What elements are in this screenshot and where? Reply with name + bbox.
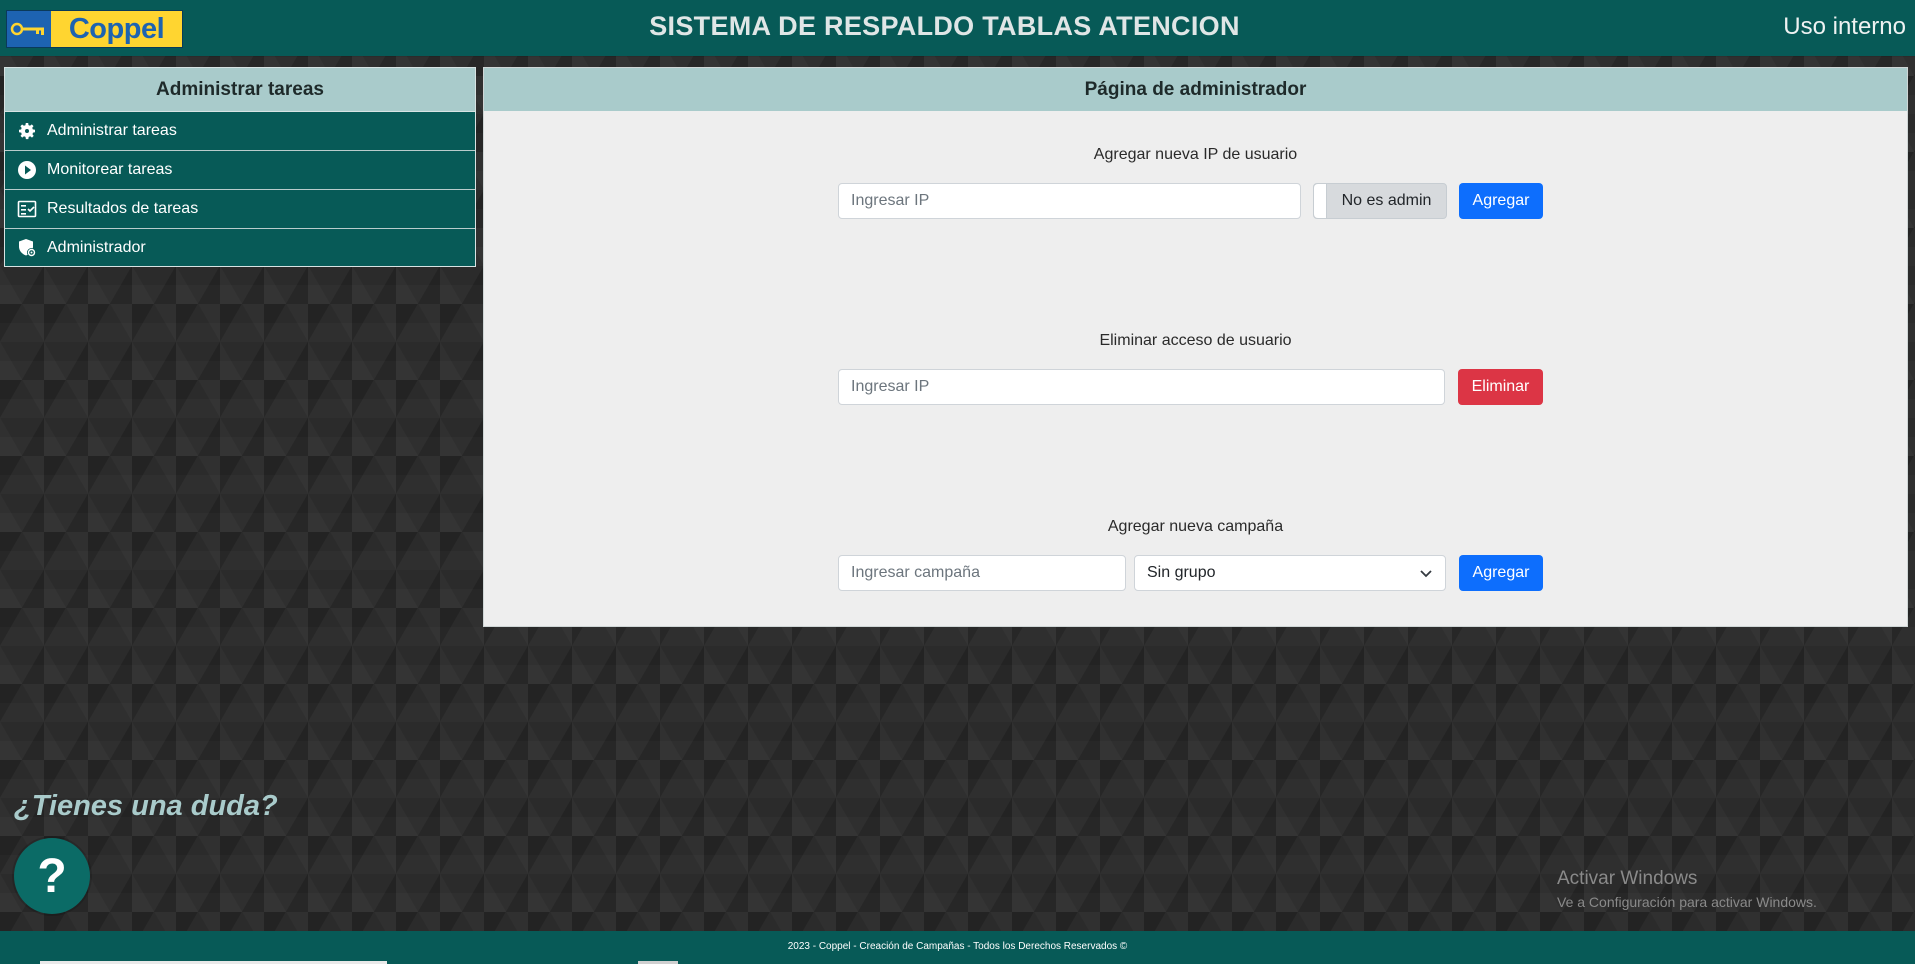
group-select[interactable]: Sin grupo	[1134, 555, 1446, 591]
watermark-title: Activar Windows	[1557, 868, 1698, 889]
sidebar-item-label: Resultados de tareas	[47, 200, 199, 217]
windows-activation-watermark: Activar Windows Ve a Configuración para …	[1557, 868, 1817, 910]
add-ip-button[interactable]: Agregar	[1459, 183, 1543, 219]
sidebar-item-label: Administrador	[47, 239, 146, 256]
add-ip-label: Agregar nueva IP de usuario	[1093, 146, 1298, 163]
usage-label: Uso interno	[1783, 13, 1906, 40]
add-campaign-button[interactable]: Agregar	[1459, 555, 1543, 591]
add-campaign-label: Agregar nueva campaña	[1107, 518, 1284, 535]
campaign-input[interactable]	[838, 555, 1126, 591]
sidebar-item-administrar-tareas[interactable]: Administrar tareas	[5, 112, 475, 151]
checklist-icon	[17, 199, 37, 219]
group-select-value: Sin grupo	[1147, 564, 1216, 581]
toggle-label: No es admin	[1341, 192, 1432, 209]
panel-title: Página de administrador	[484, 68, 1907, 111]
top-header: Coppel SISTEMA DE RESPALDO TABLAS ATENCI…	[0, 0, 1915, 56]
footer: 2023 - Coppel - Creación de Campañas - T…	[0, 931, 1915, 964]
admin-toggle[interactable]: No es admin	[1313, 183, 1447, 219]
sidebar-item-label: Monitorear tareas	[47, 161, 173, 178]
add-ip-input[interactable]	[838, 183, 1301, 219]
chevron-down-icon	[1420, 570, 1432, 578]
shield-admin-icon	[17, 238, 37, 258]
remove-access-label: Eliminar acceso de usuario	[1099, 332, 1292, 349]
sidebar: Administrar tareas Administrar tareas Mo…	[4, 67, 476, 267]
admin-panel: Página de administrador Agregar nueva IP…	[483, 67, 1908, 627]
sidebar-item-monitorear-tareas[interactable]: Monitorear tareas	[5, 151, 475, 190]
watermark-subtitle: Ve a Configuración para activar Windows.	[1557, 894, 1817, 910]
remove-access-button[interactable]: Eliminar	[1458, 369, 1543, 405]
sidebar-item-label: Administrar tareas	[47, 122, 177, 139]
sidebar-item-administrador[interactable]: Administrador	[5, 229, 475, 267]
help-question: ¿Tienes una duda?	[14, 790, 278, 822]
gear-icon	[17, 121, 37, 141]
remove-ip-input[interactable]	[838, 369, 1445, 405]
help-button[interactable]: ?	[14, 838, 90, 914]
toggle-knob	[1314, 184, 1327, 218]
page-title: SISTEMA DE RESPALDO TABLAS ATENCION	[649, 11, 1240, 41]
sidebar-item-resultados-de-tareas[interactable]: Resultados de tareas	[5, 190, 475, 229]
sidebar-title: Administrar tareas	[5, 68, 475, 112]
play-circle-icon	[17, 160, 37, 180]
